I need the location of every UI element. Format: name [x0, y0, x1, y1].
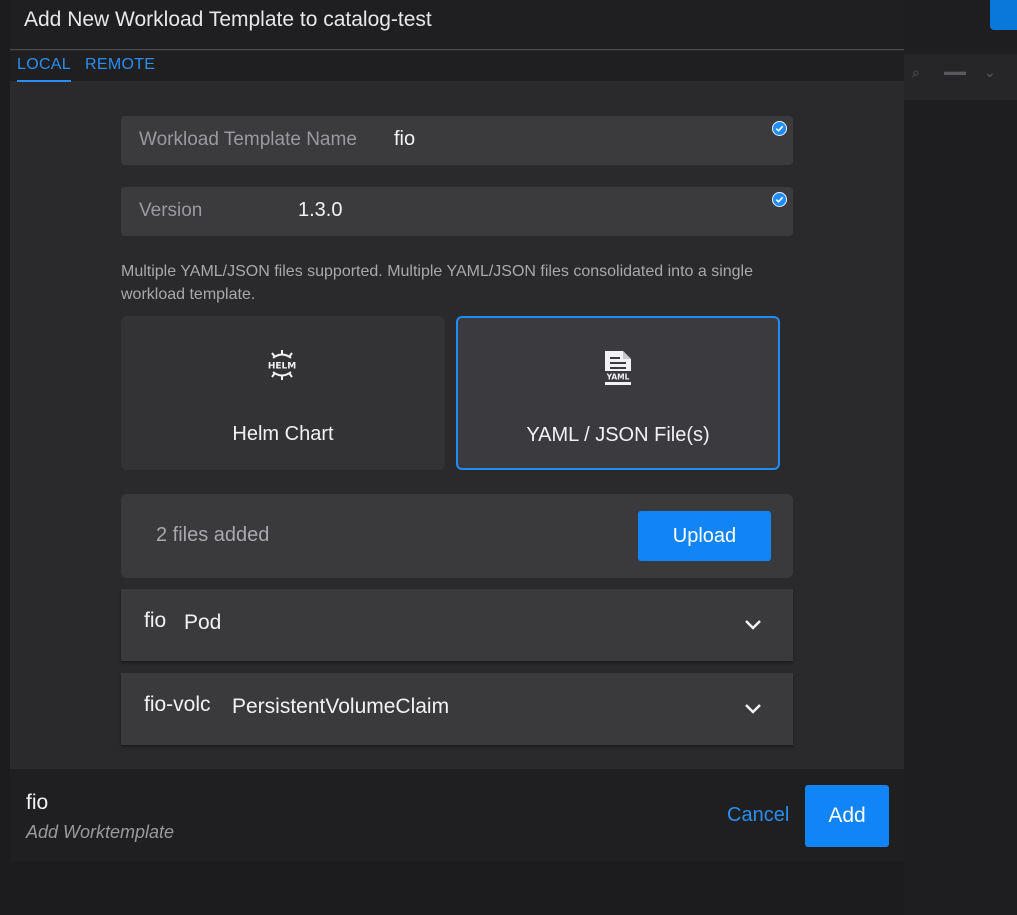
add-workload-template-dialog: Add New Workload Template to catalog-tes…	[10, 0, 904, 862]
file-name: fio	[144, 609, 167, 632]
workload-template-name-label: Workload Template Name	[139, 129, 357, 150]
active-tab-indicator	[17, 80, 71, 82]
source-tabs: LOCAL REMOTE	[10, 51, 904, 81]
yaml-json-label: YAML / JSON File(s)	[526, 424, 710, 446]
chevron-down-icon[interactable]	[743, 701, 763, 715]
dialog-footer: fio Add Worktemplate Cancel Add	[10, 769, 904, 862]
file-support-help-text: Multiple YAML/JSON files supported. Mult…	[121, 263, 753, 303]
dialog-title: Add New Workload Template to catalog-tes…	[24, 8, 432, 31]
chevron-down-icon[interactable]	[743, 617, 763, 631]
valid-check-icon	[772, 192, 787, 207]
file-kind: PersistentVolumeClaim	[232, 695, 450, 718]
tab-remote[interactable]: REMOTE	[85, 56, 155, 74]
file-kind: Pod	[184, 611, 222, 634]
svg-text:YAML: YAML	[606, 373, 630, 382]
background-search-icon: ⌕	[912, 64, 920, 80]
valid-check-icon	[772, 121, 787, 136]
footer-template-name: fio	[26, 791, 49, 814]
file-row[interactable]: fio-volc PersistentVolumeClaim	[121, 673, 793, 745]
workload-template-name-input[interactable]	[394, 128, 754, 151]
background-app-area	[904, 0, 1017, 915]
yaml-file-icon: YAML	[601, 350, 635, 386]
version-input[interactable]	[298, 199, 658, 222]
helm-chart-label: Helm Chart	[232, 423, 334, 445]
cancel-button[interactable]: Cancel	[727, 804, 789, 827]
file-row[interactable]: fio Pod	[121, 589, 793, 661]
yaml-json-option[interactable]: YAML YAML / JSON File(s)	[456, 316, 780, 470]
file-name: fio-volc	[144, 693, 211, 716]
helm-icon: HELM	[264, 347, 300, 383]
upload-button[interactable]: Upload	[638, 511, 771, 561]
version-label: Version	[139, 200, 203, 221]
background-menu-icon: ▬▬	[944, 66, 966, 78]
background-primary-button	[990, 0, 1017, 30]
add-button[interactable]: Add	[805, 785, 889, 847]
version-field[interactable]: Version	[121, 187, 793, 236]
tab-local[interactable]: LOCAL	[17, 56, 71, 74]
upload-panel: 2 files added Upload	[121, 494, 793, 578]
workload-template-name-field[interactable]: Workload Template Name	[121, 116, 793, 165]
background-download-icon: ⌄	[984, 64, 996, 80]
footer-subtitle: Add Worktemplate	[26, 822, 175, 842]
dialog-header: Add New Workload Template to catalog-tes…	[10, 0, 904, 50]
upload-status: 2 files added	[156, 524, 270, 546]
svg-text:HELM: HELM	[268, 362, 296, 372]
helm-chart-option[interactable]: HELM Helm Chart	[121, 316, 445, 470]
